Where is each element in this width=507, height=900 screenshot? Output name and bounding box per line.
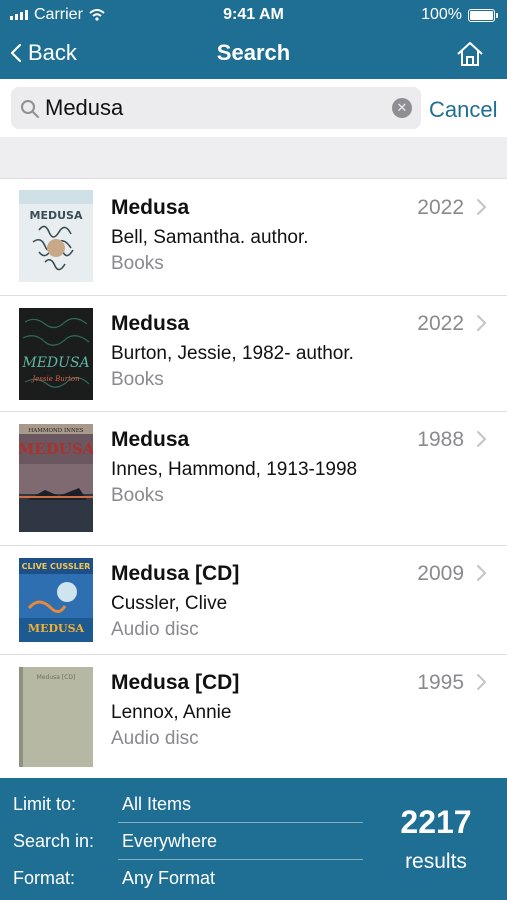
cover-title: MEDUSA [30, 209, 83, 222]
chevron-right-icon [477, 315, 487, 331]
format-label: Format: [13, 868, 76, 888]
cover-title: Medusa [CD] [37, 674, 76, 681]
home-icon[interactable] [455, 40, 485, 68]
search-field[interactable]: ✕ [11, 87, 421, 129]
result-type: Books [111, 369, 164, 390]
format-filter[interactable]: Format: Any Format [13, 860, 363, 897]
result-row[interactable]: MEDUSA Jessie Burton Medusa Burton, Jess… [0, 296, 507, 412]
result-title: Medusa [111, 312, 190, 335]
cover-author: HAMMOND INNES [28, 428, 83, 434]
filter-footer: Limit to: All Items Search in: Everywher… [0, 778, 507, 900]
cover-author: Jessie Burton [30, 375, 80, 383]
result-year: 2009 [417, 562, 464, 585]
book-cover-image: HAMMOND INNES MEDUSA [19, 424, 93, 532]
result-title: Medusa [111, 428, 190, 451]
result-author: Burton, Jessie, 1982- author. [111, 343, 354, 364]
search-input[interactable] [45, 93, 385, 123]
format-value[interactable]: Any Format [122, 868, 215, 889]
result-type: Audio disc [111, 728, 199, 749]
cancel-button[interactable]: Cancel [429, 97, 497, 123]
search-bar: ✕ Cancel [0, 79, 507, 137]
result-type: Audio disc [111, 619, 199, 640]
header: Carrier 9:41 AM 100% Back Search [0, 0, 507, 79]
result-year: 2022 [417, 196, 464, 219]
result-title: Medusa [CD] [111, 562, 240, 585]
chevron-right-icon [477, 199, 487, 215]
battery-group: 100% [421, 6, 498, 24]
results-list: MEDUSA Medusa Bell, Samantha. author. Bo… [0, 180, 507, 779]
result-row[interactable]: HAMMOND INNES MEDUSA Medusa Innes, Hammo… [0, 412, 507, 546]
result-type: Books [111, 253, 164, 274]
searchin-filter[interactable]: Search in: Everywhere [13, 823, 363, 860]
result-title: Medusa [CD] [111, 671, 240, 694]
chevron-right-icon [477, 431, 487, 447]
result-year: 1995 [417, 671, 464, 694]
searchin-value[interactable]: Everywhere [122, 831, 217, 852]
chevron-right-icon [477, 674, 487, 690]
cover-title: MEDUSA [19, 440, 93, 458]
chevron-right-icon [477, 565, 487, 581]
result-row[interactable]: MEDUSA Medusa Bell, Samantha. author. Bo… [0, 180, 507, 296]
section-spacer [0, 137, 507, 179]
result-type: Books [111, 485, 164, 506]
cover-title: MEDUSA [28, 622, 85, 635]
result-author: Cussler, Clive [111, 593, 228, 614]
results-count: 2217 [400, 804, 472, 840]
limit-filter[interactable]: Limit to: All Items [13, 786, 363, 823]
battery-icon [468, 8, 498, 22]
clear-search-icon[interactable]: ✕ [392, 98, 412, 118]
search-icon [21, 100, 39, 118]
results-count-label: results [405, 850, 467, 873]
album-cover-image: CLIVE CUSSLER MEDUSA [19, 558, 93, 642]
result-author: Innes, Hammond, 1913-1998 [111, 459, 358, 480]
result-year: 2022 [417, 312, 464, 335]
result-author: Lennox, Annie [111, 702, 232, 723]
book-cover-image: MEDUSA Jessie Burton [19, 308, 93, 400]
result-author: Bell, Samantha. author. [111, 227, 309, 248]
limit-value[interactable]: All Items [122, 794, 191, 815]
cover-author: CLIVE CUSSLER [22, 562, 91, 571]
result-year: 1988 [417, 428, 464, 451]
nav-bar: Back Search [0, 30, 507, 79]
album-cover-image: Medusa [CD] [19, 667, 93, 767]
searchin-label: Search in: [13, 831, 95, 851]
battery-percent: 100% [421, 6, 462, 23]
book-cover-image: MEDUSA [19, 190, 93, 282]
result-row[interactable]: Medusa [CD] Medusa [CD] Lennox, Annie Au… [0, 655, 507, 779]
page-title: Search [216, 40, 291, 65]
status-bar: Carrier 9:41 AM 100% [0, 0, 507, 30]
cover-title: MEDUSA [21, 355, 89, 371]
limit-label: Limit to: [13, 794, 77, 814]
result-title: Medusa [111, 196, 190, 219]
result-row[interactable]: CLIVE CUSSLER MEDUSA Medusa [CD] Cussler… [0, 546, 507, 655]
